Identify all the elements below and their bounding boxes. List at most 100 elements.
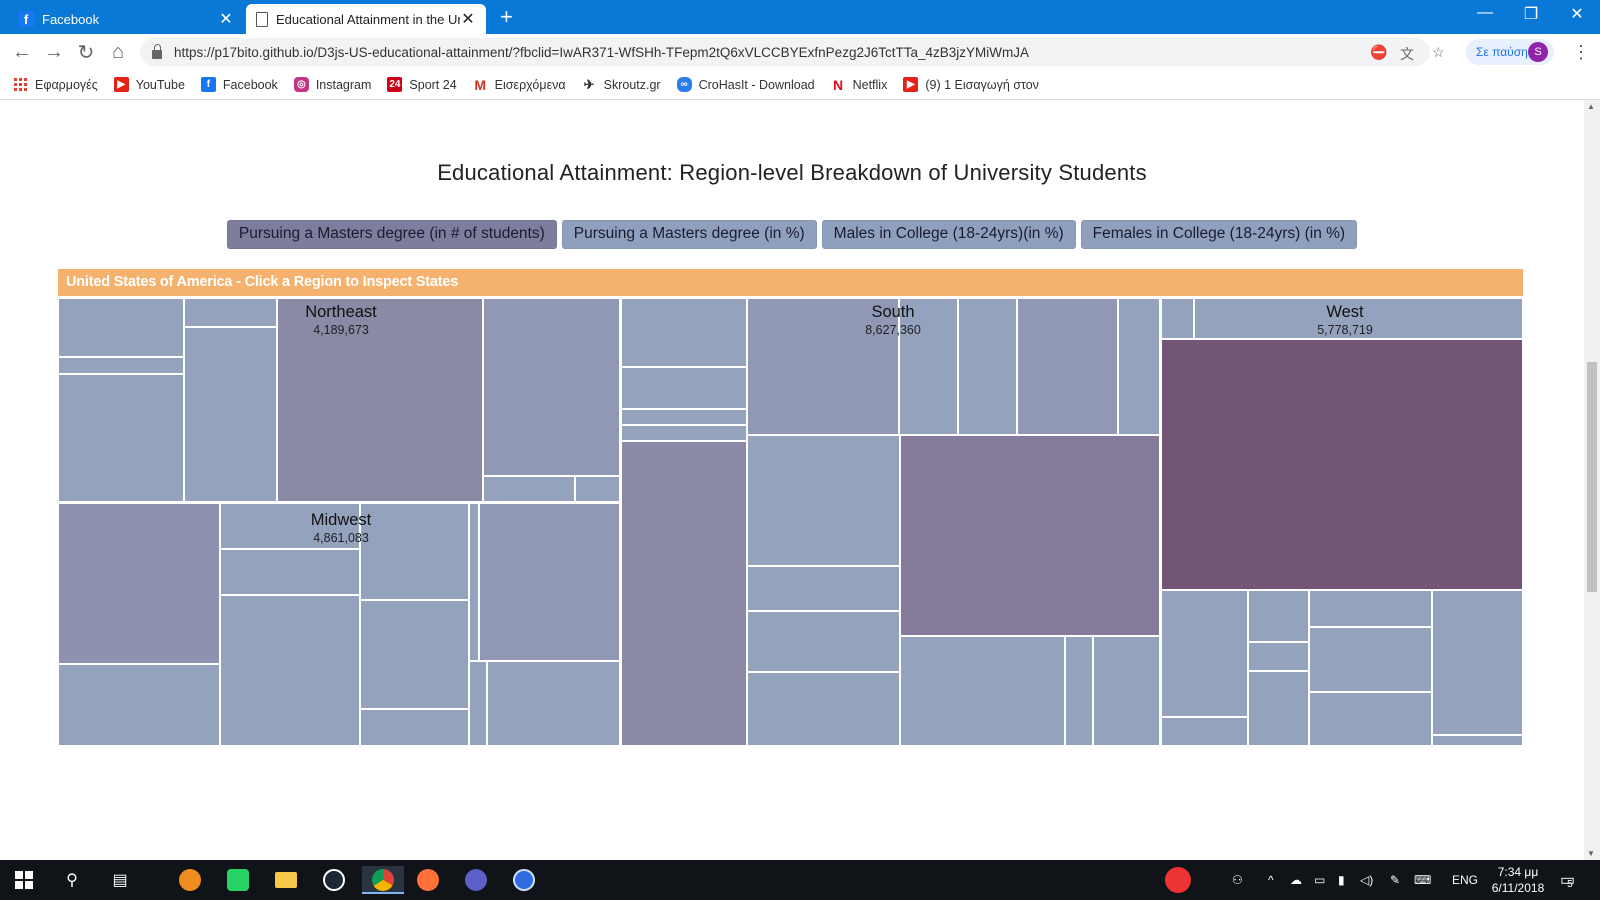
keyboard-icon[interactable]: ⌨ — [1414, 860, 1431, 900]
state-tile[interactable] — [184, 327, 277, 503]
state-tile[interactable] — [220, 549, 360, 595]
language-indicator[interactable]: ENG — [1452, 860, 1478, 900]
task-view-icon[interactable]: ▤ — [106, 866, 134, 894]
menu-kebab-icon[interactable]: ⋮ — [1572, 42, 1590, 63]
state-tile[interactable] — [469, 503, 479, 661]
tab-educational-attainment[interactable]: Educational Attainment in the Un ✕ — [246, 4, 486, 34]
steam-icon[interactable] — [320, 866, 348, 894]
state-tile[interactable] — [1309, 692, 1432, 746]
region-label-midwest[interactable]: Midwest 4,861,083 — [251, 511, 431, 545]
scrollbar-thumb[interactable] — [1587, 362, 1597, 592]
state-tile[interactable] — [900, 435, 1160, 636]
state-tile[interactable] — [1065, 636, 1093, 746]
treemap-header[interactable]: United States of America - Click a Regio… — [58, 269, 1523, 296]
bookmark-star-icon[interactable]: ☆ — [1432, 44, 1445, 61]
button-females-college[interactable]: Females in College (18-24yrs) (in %) — [1080, 220, 1358, 249]
state-tile[interactable] — [58, 357, 184, 374]
state-tile[interactable] — [1432, 735, 1523, 746]
button-males-college[interactable]: Males in College (18-24yrs)(in %) — [821, 220, 1076, 249]
chevron-up-icon[interactable]: ^ — [1268, 860, 1274, 900]
bookmark-sport24[interactable]: 24 Sport 24 — [387, 77, 457, 92]
region-label-west[interactable]: West 5,778,719 — [1255, 303, 1435, 337]
forward-arrow-icon[interactable]: → — [42, 40, 66, 64]
new-tab-button[interactable]: + — [500, 6, 513, 28]
state-tile[interactable] — [747, 672, 900, 746]
state-tile[interactable] — [1160, 339, 1523, 590]
network-icon[interactable]: ▭ — [1314, 860, 1325, 900]
state-tile[interactable] — [747, 566, 900, 611]
scroll-down-icon[interactable]: ▼ — [1587, 849, 1595, 858]
state-tile[interactable] — [747, 435, 900, 566]
minimize-icon[interactable]: — — [1462, 4, 1508, 22]
close-icon[interactable]: ✕ — [460, 9, 476, 29]
restore-icon[interactable]: ❐ — [1508, 4, 1554, 24]
state-tile[interactable] — [1160, 298, 1194, 339]
app-icon[interactable] — [510, 866, 538, 894]
cloud-icon[interactable]: ☁ — [1290, 860, 1302, 900]
clock[interactable]: 7:34 μμ 6/11/2018 — [1488, 864, 1548, 896]
pen-icon[interactable]: ✎ — [1390, 860, 1400, 900]
state-tile[interactable] — [483, 298, 620, 476]
button-masters-count[interactable]: Pursuing a Masters degree (in # of stude… — [226, 220, 557, 249]
state-tile[interactable] — [620, 367, 747, 409]
bookmark-netflix[interactable]: N Netflix — [830, 77, 887, 93]
state-tile[interactable] — [1248, 590, 1309, 642]
volume-icon[interactable]: ◁) — [1360, 860, 1373, 900]
bookmark-youtube-course[interactable]: ▶ (9) 1 Εισαγωγή στον — [903, 77, 1039, 92]
bookmark-youtube[interactable]: ▶ YouTube — [113, 77, 185, 92]
bookmark-crohasit[interactable]: ∞ CroHasIt - Download — [676, 77, 815, 92]
state-tile[interactable] — [620, 441, 747, 746]
profile-button[interactable]: Σε παύση S — [1466, 39, 1554, 65]
downloader-icon[interactable] — [176, 866, 204, 894]
state-tile[interactable] — [58, 664, 220, 746]
windows-start-icon[interactable] — [10, 866, 38, 894]
firefox-icon[interactable] — [414, 866, 442, 894]
region-label-south[interactable]: South 8,627,360 — [803, 303, 983, 337]
notifications-icon[interactable]: ▭ 5 — [1560, 860, 1575, 900]
media-player-icon[interactable] — [462, 866, 490, 894]
blocked-icon[interactable]: ⛔ — [1370, 44, 1387, 61]
whatsapp-icon[interactable] — [224, 866, 252, 894]
translate-icon[interactable]: 文 — [1400, 44, 1414, 64]
address-bar[interactable]: https://p17bito.github.io/D3js-US-educat… — [140, 38, 1430, 66]
home-icon[interactable]: ⌂ — [106, 40, 130, 64]
state-tile[interactable] — [58, 503, 220, 664]
state-tile[interactable] — [620, 298, 747, 367]
scroll-up-icon[interactable]: ▲ — [1587, 102, 1595, 111]
state-tile[interactable] — [575, 476, 620, 503]
bookmark-skroutz[interactable]: ✈ Skroutz.gr — [581, 77, 661, 92]
state-tile[interactable] — [1160, 717, 1248, 746]
activity-monitor-icon[interactable] — [1164, 866, 1192, 894]
bookmark-apps[interactable]: Εφαρμογές — [14, 78, 98, 92]
bookmark-gmail[interactable]: M Εισερχόμενα — [472, 77, 566, 93]
state-tile[interactable] — [479, 503, 620, 661]
scrollbar[interactable]: ▲ ▼ — [1584, 100, 1600, 860]
battery-icon[interactable]: ▮ — [1338, 860, 1345, 900]
state-tile[interactable] — [58, 298, 184, 357]
state-tile[interactable] — [620, 425, 747, 441]
back-arrow-icon[interactable]: ← — [10, 40, 34, 64]
state-tile[interactable] — [1309, 590, 1432, 627]
close-icon[interactable]: ✕ — [218, 9, 234, 29]
state-tile[interactable] — [58, 374, 184, 503]
state-tile[interactable] — [220, 595, 360, 746]
state-tile[interactable] — [1160, 590, 1248, 717]
state-tile[interactable] — [1093, 636, 1160, 746]
state-tile[interactable] — [1248, 671, 1309, 746]
state-tile[interactable] — [483, 476, 575, 503]
state-tile[interactable] — [1432, 590, 1523, 735]
state-tile[interactable] — [1309, 627, 1432, 692]
state-tile[interactable] — [360, 600, 469, 709]
button-masters-percent[interactable]: Pursuing a Masters degree (in %) — [561, 220, 817, 249]
bookmark-instagram[interactable]: ◎ Instagram — [293, 77, 371, 92]
reload-icon[interactable]: ↻ — [74, 40, 98, 64]
state-tile[interactable] — [487, 661, 620, 746]
state-tile[interactable] — [1248, 642, 1309, 671]
state-tile[interactable] — [1017, 298, 1118, 435]
chrome-icon[interactable] — [362, 866, 404, 894]
window-close-icon[interactable]: ✕ — [1554, 4, 1600, 24]
state-tile[interactable] — [900, 636, 1065, 746]
tab-facebook[interactable]: f Facebook ✕ — [8, 4, 244, 34]
state-tile[interactable] — [747, 611, 900, 672]
state-tile[interactable] — [1118, 298, 1160, 435]
